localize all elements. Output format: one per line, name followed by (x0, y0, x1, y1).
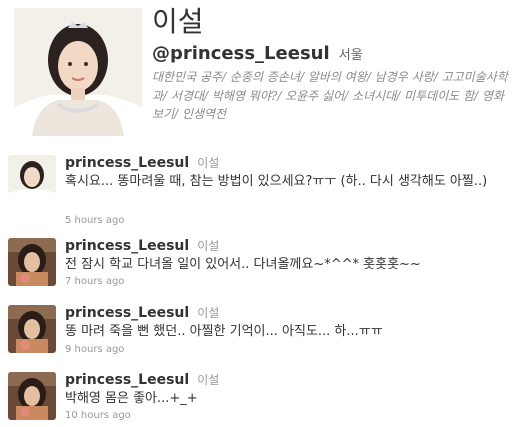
portrait-photo-icon (8, 238, 56, 286)
tweet-username[interactable]: princess_Leesul (65, 238, 189, 254)
tweet-text: 똥 마려 죽을 뻔 했던.. 아찔한 기억이... 아직도... 하...ㅠㅠ (65, 324, 383, 339)
tweet-avatar[interactable] (8, 238, 56, 286)
profile-name: 이설 (152, 5, 204, 38)
tweet-fullname: 이설 (197, 156, 220, 170)
portrait-photo-icon (8, 372, 56, 420)
tweet-timestamp[interactable]: 7 hours ago (65, 275, 124, 289)
tweet-timestamp[interactable]: 5 hours ago (65, 214, 124, 228)
profile-avatar[interactable] (14, 8, 142, 136)
tweet-avatar[interactable] (8, 155, 56, 203)
portrait-photo-icon (14, 8, 142, 136)
tweet-text: 박해영 몸은 좋아...+_+ (65, 391, 198, 406)
tweet-fullname: 이설 (197, 306, 220, 320)
portrait-photo-icon (8, 305, 56, 353)
tweet-username[interactable]: princess_Leesul (65, 372, 189, 388)
tweet-header: princess_Leesul 이설 (65, 302, 219, 323)
tweet-header: princess_Leesul 이설 (65, 152, 219, 173)
profile-bio: 대한민국 공주/ 순종의 증손녀/ 알바의 여왕/ 남경우 사랑/ 고고미술사학… (152, 70, 508, 121)
profile-handle[interactable]: @princess_Leesul (152, 43, 330, 64)
profile-header: 이설 @princess_Leesul 서울 대한민국 공주/ 순종의 증손녀/… (0, 0, 520, 150)
tweet-timestamp[interactable]: 10 hours ago (65, 409, 131, 423)
portrait-photo-icon (8, 155, 56, 203)
tweet-username[interactable]: princess_Leesul (65, 305, 189, 321)
tweet-header: princess_Leesul 이설 (65, 369, 219, 390)
tweet-fullname: 이설 (197, 239, 220, 253)
tweet-avatar[interactable] (8, 305, 56, 353)
tweet-avatar[interactable] (8, 372, 56, 420)
tweet-timestamp[interactable]: 9 hours ago (65, 343, 124, 357)
tweet-fullname: 이설 (197, 373, 220, 387)
tweet-text: 전 잠시 학교 다녀올 일이 있어서.. 다녀올께요~*^^* 홋홋홋~~ (65, 257, 421, 272)
profile-location: 서울 (338, 48, 363, 63)
tweet-username[interactable]: princess_Leesul (65, 155, 189, 171)
tweet-text: 혹시요... 똥마려울 때, 참는 방법이 있으세요?ㅠㅜ (하.. 다시 생각… (65, 174, 488, 189)
profile-handle-row: @princess_Leesul 서울 (152, 42, 363, 68)
tweet-header: princess_Leesul 이설 (65, 235, 219, 256)
